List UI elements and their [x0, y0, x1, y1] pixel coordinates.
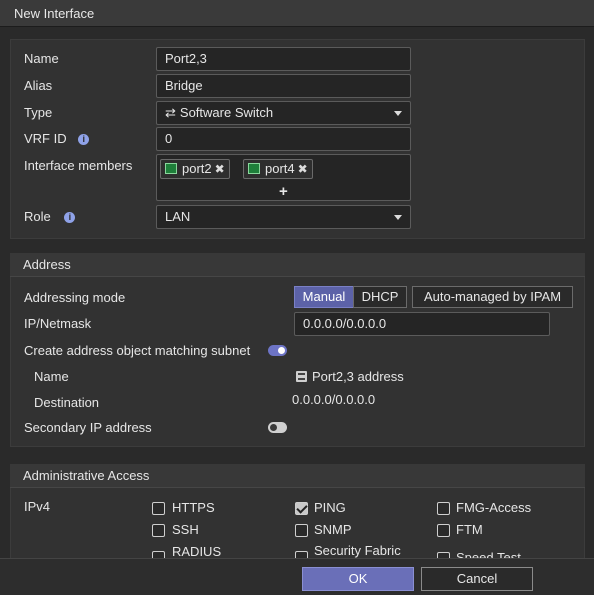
security-fabric-checkbox[interactable] [295, 551, 308, 558]
toggle-knob [278, 347, 285, 354]
remove-icon[interactable]: ✖ [298, 162, 308, 176]
member-chip-port4[interactable]: port4 ✖ [243, 159, 313, 179]
info-icon[interactable]: i [64, 212, 76, 224]
addressing-mode-group: Manual DHCP Auto-managed by IPAM [294, 286, 574, 308]
role-label: Role i [24, 209, 76, 224]
create-object-label: Create address object matching subnet [24, 343, 251, 358]
ping-label: PING [314, 500, 346, 515]
type-select-value: Software Switch [179, 105, 274, 120]
admin-access-heading: Administrative Access [23, 468, 150, 483]
interface-members-box[interactable]: port2 ✖ port4 ✖ + [156, 154, 411, 201]
ssh-label: SSH [172, 522, 199, 537]
dialog-title: New Interface [14, 6, 95, 21]
add-member-button[interactable]: + [279, 181, 288, 203]
address-object-icon-lines [298, 373, 305, 380]
fmg-access-checkbox[interactable] [437, 502, 450, 515]
ipv4-label: IPv4 [24, 499, 51, 514]
chevron-down-icon [394, 215, 402, 220]
destination-value: 0.0.0.0/0.0.0.0 [292, 392, 376, 407]
addressing-mode-label: Addressing mode [24, 290, 126, 305]
cancel-button[interactable]: Cancel [421, 567, 533, 591]
ftm-label: FTM [456, 522, 483, 537]
fmg-access-label: FMG-Access [456, 500, 532, 515]
object-name-text: Port2,3 address [312, 369, 404, 384]
type-label: Type [24, 105, 53, 120]
chevron-down-icon [394, 111, 402, 116]
type-select[interactable]: ⇄ Software Switch [156, 101, 411, 125]
object-name-value: Port2,3 address [296, 369, 404, 384]
secondary-ip-toggle[interactable] [268, 422, 287, 433]
radius-checkbox[interactable] [152, 551, 165, 558]
role-label-text: Role [24, 209, 51, 224]
object-name-label: Name [34, 369, 69, 384]
ipmask-label: IP/Netmask [24, 316, 92, 331]
ipmask-input[interactable]: 0.0.0.0/0.0.0.0 [294, 312, 550, 336]
create-object-toggle[interactable] [268, 345, 287, 356]
dialog-body[interactable]: Name Port2,3 Alias Bridge Type ⇄ Software… [0, 27, 594, 558]
mode-manual-button[interactable]: Manual [294, 286, 354, 308]
ssh-checkbox[interactable] [152, 524, 165, 537]
https-label: HTTPS [172, 500, 215, 515]
ping-checkbox[interactable] [295, 502, 308, 515]
name-input[interactable]: Port2,3 [156, 47, 411, 71]
role-select[interactable]: LAN [156, 205, 411, 229]
admin-access-panel [10, 488, 585, 558]
destination-label: Destination [34, 395, 100, 410]
secondary-ip-label: Secondary IP address [24, 420, 152, 435]
admin-access-section-header: Administrative Access [10, 464, 585, 488]
switch-arrows-icon: ⇄ [165, 105, 176, 120]
info-icon[interactable]: i [78, 134, 90, 146]
snmp-label: SNMP [314, 522, 352, 537]
member-chip-port2[interactable]: port2 ✖ [160, 159, 230, 179]
alias-input[interactable]: Bridge [156, 74, 411, 98]
snmp-checkbox[interactable] [295, 524, 308, 537]
alias-label: Alias [24, 78, 53, 93]
dialog-footer: OK Cancel [0, 558, 594, 595]
interface-members-label: Interface members [24, 158, 133, 173]
mode-dhcp-button[interactable]: DHCP [353, 286, 407, 308]
name-label: Name [24, 51, 59, 66]
https-checkbox[interactable] [152, 502, 165, 515]
vrf-label-text: VRF ID [24, 131, 67, 146]
security-fabric-label: Security Fabric [314, 543, 401, 558]
speed-test-label: Speed Test [456, 550, 521, 558]
role-select-value: LAN [165, 209, 191, 224]
vrf-input[interactable]: 0 [156, 127, 411, 151]
vrf-label: VRF ID i [24, 131, 90, 146]
port-icon [248, 163, 260, 174]
ftm-checkbox[interactable] [437, 524, 450, 537]
member-chip-label: port4 [265, 161, 295, 176]
address-heading: Address [23, 257, 71, 272]
remove-icon[interactable]: ✖ [215, 162, 225, 176]
ok-button[interactable]: OK [302, 567, 414, 591]
radius-label: RADIUS [172, 544, 222, 558]
member-chip-label: port2 [182, 161, 212, 176]
dialog-titlebar: New Interface [0, 0, 594, 27]
mode-ipam-button[interactable]: Auto-managed by IPAM [412, 286, 573, 308]
address-section-header: Address [10, 253, 585, 277]
address-object-icon [296, 371, 307, 382]
toggle-knob [270, 424, 277, 431]
port-icon [165, 163, 177, 174]
